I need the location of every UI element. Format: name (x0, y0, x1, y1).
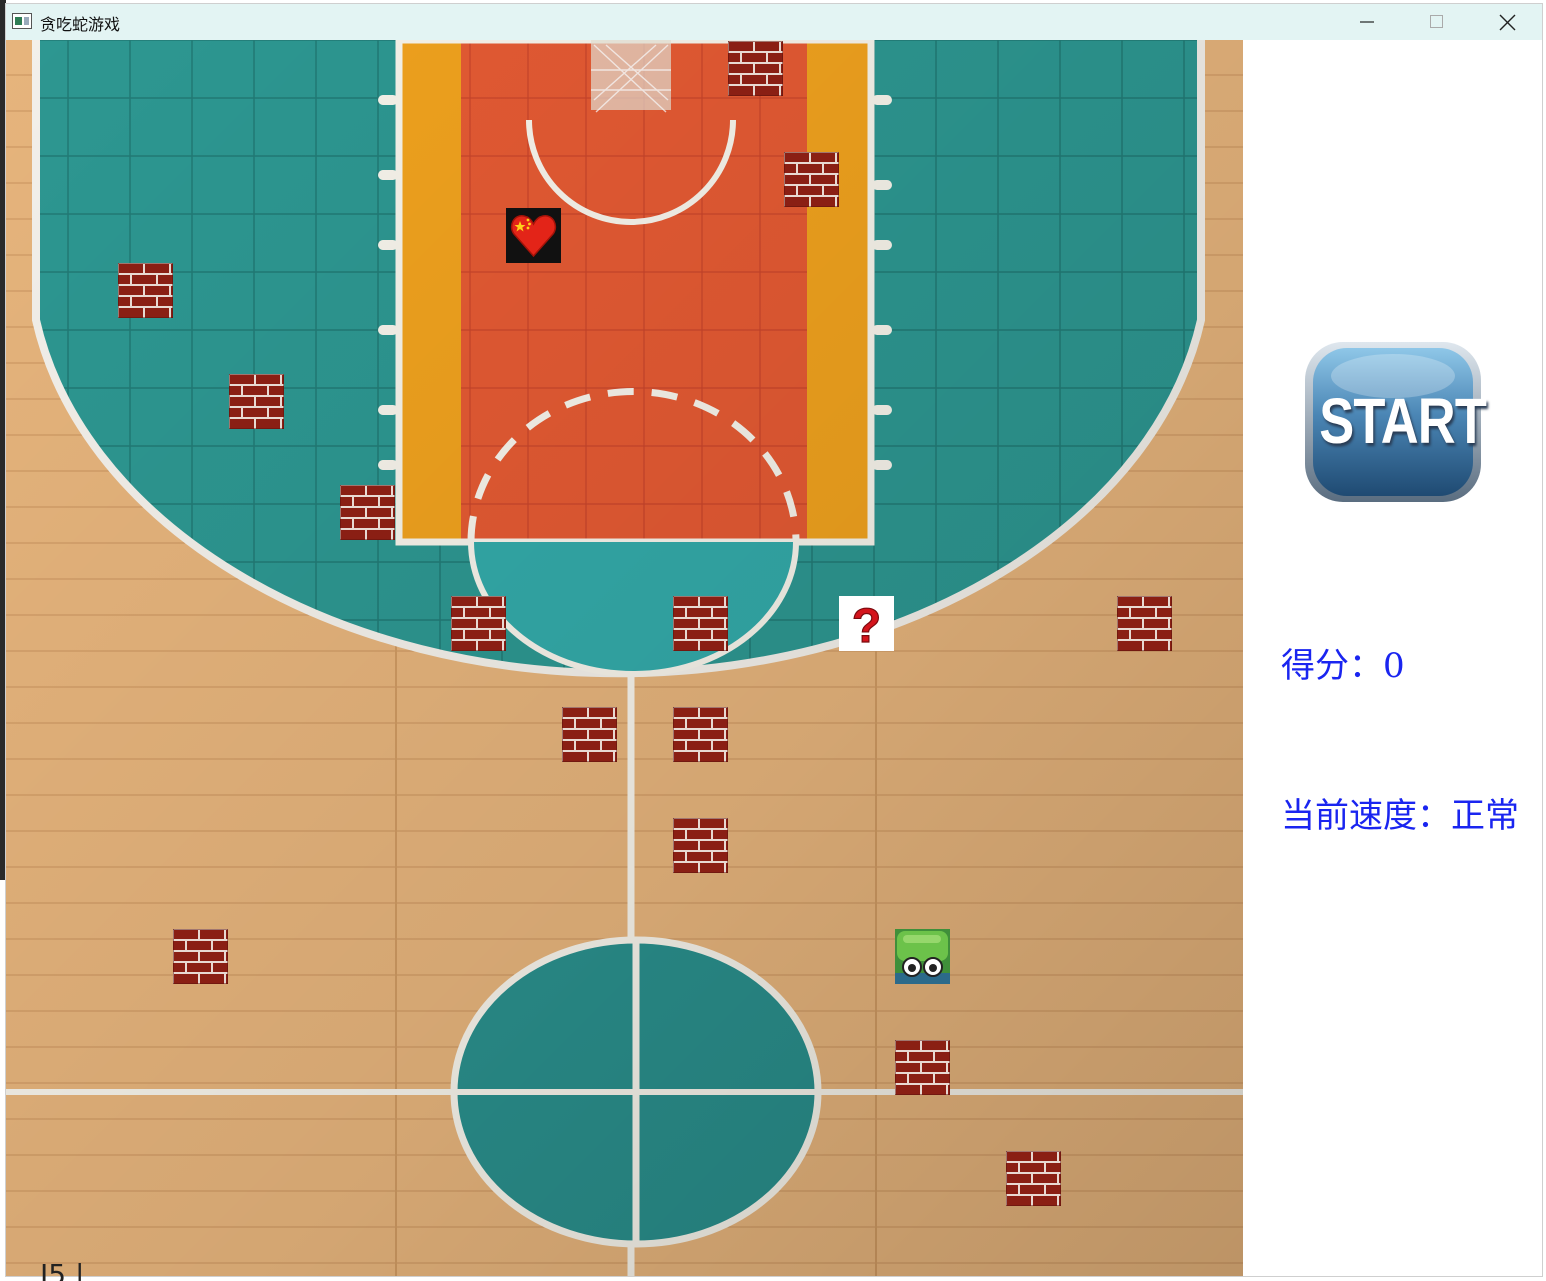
brick-wall-icon (561, 706, 618, 763)
brick-wall-icon (672, 706, 729, 763)
background-text-fragment: J5 | (40, 1258, 85, 1281)
speed-display: 当前速度：正常 (1281, 796, 1519, 836)
minimize-button[interactable] (1332, 4, 1402, 40)
sidebar-panel: START 得分：0 当前速度：正常 (1243, 40, 1542, 1276)
green-snake-head-icon (895, 929, 950, 984)
brick-wall-icon (450, 595, 507, 652)
brick-wall-icon (228, 373, 285, 430)
start-label: START (1319, 385, 1487, 457)
brick-wall-icon (672, 817, 729, 874)
brick-wall-icon (783, 151, 840, 208)
start-button[interactable]: START (1303, 338, 1487, 506)
brick-wall-icon (172, 928, 229, 985)
brick-wall-icon (894, 1039, 951, 1096)
svg-text:?: ? (852, 600, 881, 651)
brick-wall-icon (1005, 1150, 1062, 1207)
heart-flag-icon (506, 208, 561, 263)
title-bar[interactable]: 贪吃蛇游戏 (6, 4, 1542, 40)
brick-wall-icon (727, 40, 784, 97)
score-display: 得分：0 (1281, 646, 1405, 686)
close-button[interactable] (1472, 4, 1542, 40)
brick-wall-icon (1116, 595, 1173, 652)
close-icon (1499, 14, 1516, 31)
game-window: 贪吃蛇游戏 ? START 得分：0 当前速度：正常 (5, 3, 1543, 1277)
maximize-button[interactable] (1402, 4, 1472, 40)
basketball-court-background (6, 40, 1243, 1276)
maximize-icon (1430, 15, 1443, 28)
question-mark-icon: ? (839, 596, 894, 654)
brick-wall-icon (117, 262, 174, 319)
brick-wall-icon (339, 484, 396, 541)
window-title: 贪吃蛇游戏 (40, 15, 121, 34)
brick-wall-icon (672, 595, 729, 652)
minimize-icon (1360, 21, 1374, 23)
app-icon (12, 13, 32, 29)
game-board[interactable]: ? (6, 40, 1243, 1276)
